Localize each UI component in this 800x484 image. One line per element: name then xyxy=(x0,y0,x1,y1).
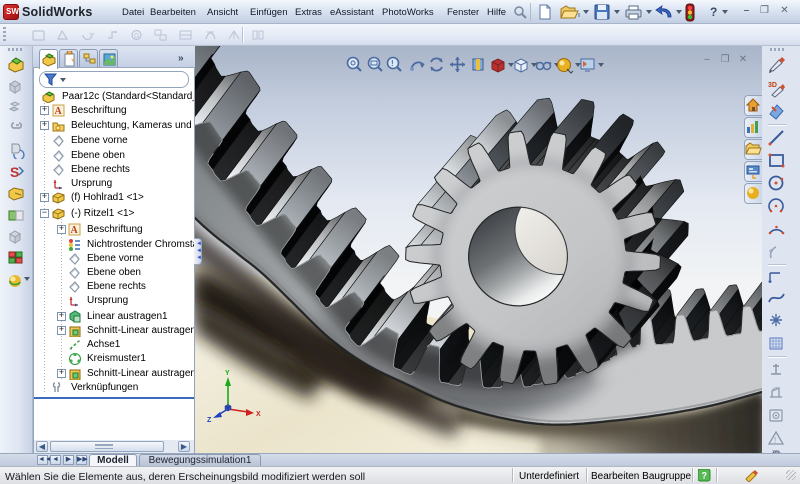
svg-text:3D: 3D xyxy=(768,82,777,89)
svg-text:S: S xyxy=(10,164,19,180)
svg-text:!: ! xyxy=(774,436,776,445)
svg-text:!: ! xyxy=(391,59,394,68)
svg-text:X: X xyxy=(256,411,261,418)
svg-text:G: G xyxy=(134,33,139,40)
svg-text:A: A xyxy=(71,225,79,236)
svg-text:A: A xyxy=(55,106,63,117)
svg-text:Z: Z xyxy=(207,417,212,424)
svg-text:Y: Y xyxy=(225,370,230,377)
svg-text:?: ? xyxy=(702,471,708,481)
